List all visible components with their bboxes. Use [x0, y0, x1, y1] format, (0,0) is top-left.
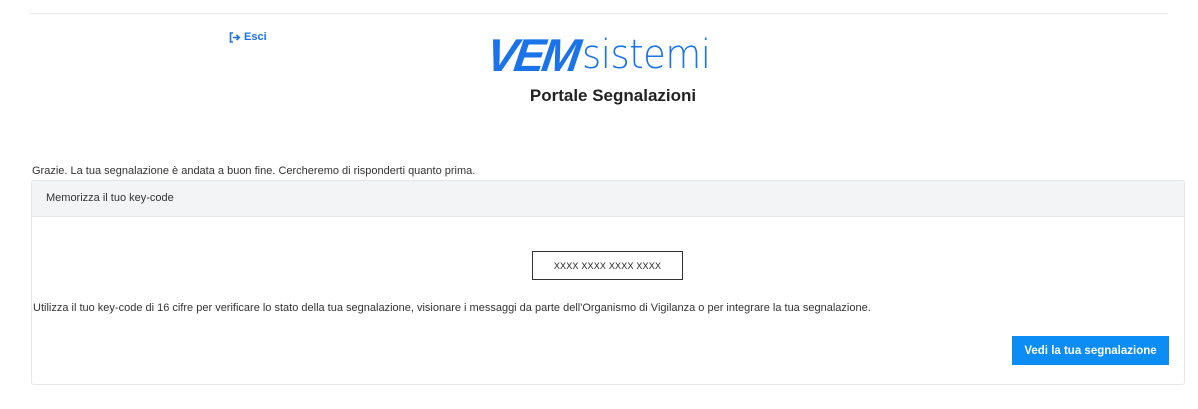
- logout-label: Esci: [244, 31, 267, 43]
- logout-link[interactable]: Esci: [229, 31, 267, 43]
- panel-header: Memorizza il tuo key-code: [32, 181, 1184, 217]
- brand-logo-word: sistemi: [581, 32, 711, 78]
- view-report-button[interactable]: Vedi la tua segnalazione: [1012, 336, 1169, 365]
- keycode-info-message: Utilizza il tuo key-code di 16 cifre per…: [33, 302, 871, 314]
- brand-logo-mark: VEM: [483, 29, 582, 81]
- keycode-panel: Memorizza il tuo key-code XXXX XXXX XXXX…: [31, 180, 1185, 385]
- brand-logo: VEM sistemi: [483, 29, 721, 81]
- confirmation-message: Grazie. La tua segnalazione è andata a b…: [32, 165, 476, 177]
- sign-out-icon: [229, 31, 241, 43]
- keycode-display: XXXX XXXX XXXX XXXX: [532, 251, 683, 280]
- page-title: Portale Segnalazioni: [529, 86, 697, 105]
- top-divider: [30, 13, 1168, 14]
